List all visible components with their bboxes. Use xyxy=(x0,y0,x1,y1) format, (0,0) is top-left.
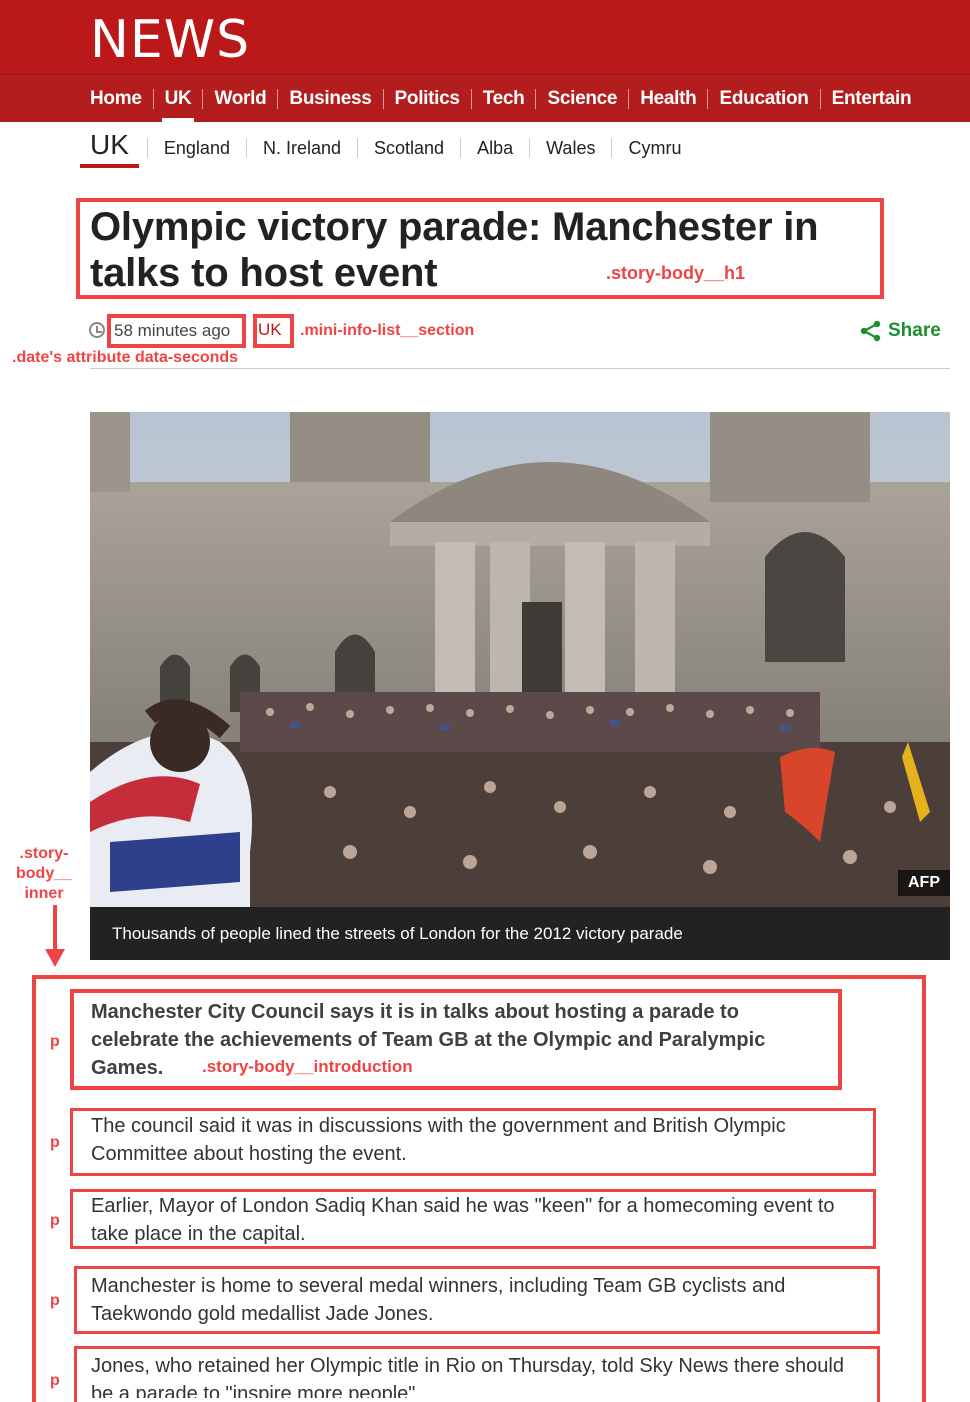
nav-home[interactable]: Home xyxy=(90,88,153,109)
nav-science[interactable]: Science xyxy=(535,88,628,109)
subnav-england[interactable]: England xyxy=(146,138,246,158)
subnav-wales[interactable]: Wales xyxy=(529,138,611,158)
nav-entertainment[interactable]: Entertain xyxy=(819,88,923,109)
nav-health[interactable]: Health xyxy=(628,88,707,109)
nav-education[interactable]: Education xyxy=(707,88,819,109)
annotation-p-3: p xyxy=(50,1212,60,1229)
highlight-box-introduction xyxy=(70,989,842,1090)
share-label: Share xyxy=(888,320,941,341)
annotation-p-1: p xyxy=(50,1033,60,1050)
share-icon xyxy=(860,320,881,342)
subnav-cymru[interactable]: Cymru xyxy=(611,138,697,158)
annotation-introduction: .story-body__introduction xyxy=(202,1057,413,1076)
annotation-date: .date's attribute data-seconds xyxy=(12,349,239,366)
subnav-current-uk[interactable]: UK xyxy=(80,128,139,168)
subnav-scotland[interactable]: Scotland xyxy=(357,138,460,158)
highlight-box-section xyxy=(253,314,294,348)
masthead: NEWS Home UK World Business Politics Tec… xyxy=(0,0,970,122)
parade-photo xyxy=(90,412,950,960)
image-credit: AFP xyxy=(898,870,950,896)
annotation-p-2: p xyxy=(50,1134,60,1151)
nav-uk[interactable]: UK xyxy=(152,88,203,122)
image-caption: Thousands of people lined the streets of… xyxy=(90,907,950,960)
annotation-story-body-inner: .story- body__ inner xyxy=(16,845,73,902)
annotation-p-5: p xyxy=(50,1372,60,1389)
annotation-h1: .story-body__h1 xyxy=(606,263,746,283)
story-image: AFP Thousands of people lined the street… xyxy=(90,412,950,960)
annotation-section: .mini-info-list__section xyxy=(300,322,475,339)
clock-icon xyxy=(89,322,105,338)
highlight-box-paragraph xyxy=(74,1266,880,1334)
nav-business[interactable]: Business xyxy=(277,88,382,109)
annotation-p-4: p xyxy=(50,1292,60,1309)
highlight-box-date xyxy=(107,314,246,348)
subnav-n-ireland[interactable]: N. Ireland xyxy=(245,138,357,158)
highlight-box-h1 xyxy=(76,198,884,299)
highlight-box-paragraph xyxy=(70,1108,876,1176)
highlight-box-paragraph xyxy=(70,1189,876,1249)
nav-world[interactable]: World xyxy=(202,88,277,109)
subnav-alba[interactable]: Alba xyxy=(460,138,529,158)
arrow-down-icon xyxy=(45,905,65,967)
nav-politics[interactable]: Politics xyxy=(382,88,471,109)
primary-nav: Home UK World Business Politics Tech Sci… xyxy=(0,74,970,122)
highlight-box-paragraph xyxy=(74,1346,880,1402)
secondary-nav: UK England N. Ireland Scotland Alba Wale… xyxy=(80,128,697,168)
meta-divider xyxy=(90,368,950,369)
nav-tech[interactable]: Tech xyxy=(470,88,536,109)
news-logo[interactable]: NEWS xyxy=(90,10,250,70)
share-button[interactable]: Share xyxy=(860,320,941,342)
